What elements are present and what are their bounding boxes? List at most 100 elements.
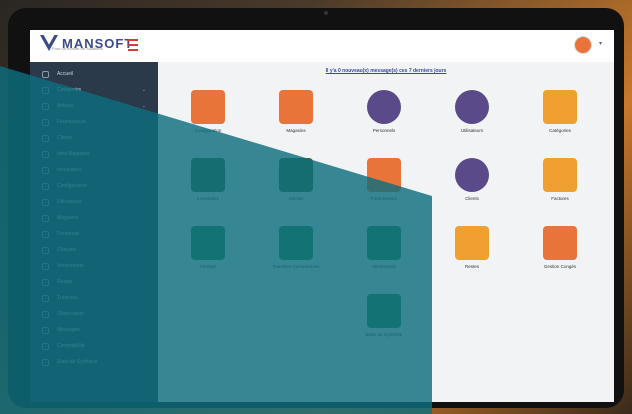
invoice-icon <box>543 158 577 192</box>
tile-versements[interactable]: Versements <box>344 226 424 286</box>
avatar[interactable] <box>574 36 592 54</box>
tile-label: Charges <box>199 264 217 269</box>
tile-tranches-commissions[interactable]: Tranches Commissions <box>256 226 336 286</box>
chevron-down-icon: ⌄ <box>141 103 146 109</box>
chevron-down-icon[interactable]: ▾ <box>599 40 602 47</box>
sidebar-item-accueil[interactable]: Accueil <box>30 66 158 82</box>
tile-personnels[interactable]: Personnels <box>344 90 424 150</box>
tile-label: Factures <box>551 196 569 201</box>
swap-icon <box>42 150 49 158</box>
chevron-down-icon: ⌄ <box>141 311 146 317</box>
tile-factures[interactable]: Factures <box>520 158 600 218</box>
tile-categories[interactable]: Catégories <box>520 90 600 150</box>
sidebar: Accueil Categories ⌄ Articles ⌄ Fournisseu… <box>30 62 158 402</box>
tile-label: Clients <box>465 196 479 201</box>
delivery-truck-icon <box>367 158 401 192</box>
tile-configuration[interactable]: Configuration <box>168 90 248 150</box>
tile-label: Personnels <box>372 128 396 133</box>
store-icon <box>42 214 49 222</box>
tile-magasins[interactable]: Magasins <box>256 90 336 150</box>
wallet-icon <box>191 226 225 260</box>
sidebar-item-label: Clients <box>57 135 73 141</box>
chevron-down-icon: ⌄ <box>141 295 146 301</box>
sidebar-item-restes[interactable]: Restes ⌄ <box>30 274 158 290</box>
sidebar-item-tranches[interactable]: Tranches ⌄ <box>30 290 158 306</box>
tile-clients[interactable]: Clients <box>432 158 512 218</box>
camera-dot <box>324 11 328 15</box>
sidebar-item-label: Configuration <box>57 183 87 189</box>
tile-fournisseurs[interactable]: Fournisseurs <box>344 158 424 218</box>
tile-articles[interactable]: Articles <box>256 158 336 218</box>
tile-etats-de-synthese[interactable]: Etats de Synthèse <box>344 294 424 354</box>
categories-icon <box>543 90 577 124</box>
tile-gestion-conges[interactable]: Gestion Congés <box>520 226 600 286</box>
sidebar-item-label: Intra Magasins <box>57 151 90 157</box>
sidebar-item-fournisseurs[interactable]: Fournisseurs ⌄ <box>30 114 158 130</box>
sidebar-item-label: Personnel <box>57 231 80 237</box>
chevron-down-icon: ⌄ <box>141 87 146 93</box>
tile-label: Restes <box>464 264 479 269</box>
tile-label: Inventaires <box>196 196 219 201</box>
sidebar-item-articles[interactable]: Articles ⌄ <box>30 98 158 114</box>
chevron-down-icon: ⌄ <box>141 279 146 285</box>
bar-chart-icon <box>367 294 401 328</box>
tile-label: Fournisseurs <box>370 196 397 201</box>
clipboard-icon <box>42 166 49 174</box>
chevron-down-icon: ⌄ <box>141 183 146 189</box>
chevron-down-icon: ⌄ <box>141 231 146 237</box>
new-messages-link[interactable]: Il y'a 0 nouveau(x) message(s) ces 7 der… <box>158 68 614 74</box>
chevron-down-icon: ⌄ <box>141 151 146 157</box>
money-icon <box>42 262 49 270</box>
sidebar-item-label: Inventaires <box>57 167 82 173</box>
sidebar-item-observation[interactable]: Observation ⌄ <box>30 306 158 322</box>
clock-icon <box>42 294 49 302</box>
settings-monitor-icon <box>191 90 225 124</box>
tile-label: Tranches Commissions <box>272 264 320 269</box>
tile-label: Etats de Synthèse <box>365 332 403 337</box>
sidebar-item-label: Observation <box>57 311 84 317</box>
sidebar-item-label: Fournisseurs <box>57 119 86 125</box>
sidebar-item-etats-de-synthese[interactable]: Etats de Synthèse ⌄ <box>30 354 158 370</box>
chevron-down-icon: ⌄ <box>141 263 146 269</box>
sidebar-item-configuration[interactable]: Configuration ⌄ <box>30 178 158 194</box>
cash-transfer-icon <box>367 226 401 260</box>
calendar-icon <box>543 226 577 260</box>
tile-label: Articles <box>288 196 304 201</box>
menu-toggle-icon[interactable] <box>128 39 138 51</box>
chevron-down-icon: ⌄ <box>141 199 146 205</box>
tile-restes[interactable]: Restes <box>432 226 512 286</box>
sidebar-item-magasins[interactable]: Magasins ⌄ <box>30 210 158 226</box>
sidebar-item-personnel[interactable]: Personnel ⌄ <box>30 226 158 242</box>
commission-icon <box>279 226 313 260</box>
users-icon <box>455 90 489 124</box>
tile-label: Versements <box>372 264 396 269</box>
chevron-down-icon: ⌄ <box>141 247 146 253</box>
sidebar-item-categories[interactable]: Categories ⌄ <box>30 82 158 98</box>
sidebar-item-clients[interactable]: Clients ⌄ <box>30 130 158 146</box>
users-icon <box>42 198 49 206</box>
sidebar-item-charges[interactable]: Charges ⌄ <box>30 242 158 258</box>
sidebar-item-label: Restes <box>57 279 73 285</box>
sidebar-item-comptabilite[interactable]: Comptabilité ⌄ <box>30 338 158 354</box>
id-icon <box>42 230 49 238</box>
tile-utilisateurs[interactable]: Utilisateurs <box>432 90 512 150</box>
coins-icon <box>455 226 489 260</box>
sidebar-item-utilisateurs[interactable]: Utilisateurs ⌄ <box>30 194 158 210</box>
sidebar-item-label: Articles <box>57 103 74 109</box>
tile-inventaires[interactable]: Inventaires <box>168 158 248 218</box>
staff-icon <box>367 90 401 124</box>
tile-label: Catégories <box>549 128 571 133</box>
sidebar-item-label: Etats de Synthèse <box>57 359 98 365</box>
sidebar-item-inventaires[interactable]: Inventaires ⌄ <box>30 162 158 178</box>
sidebar-item-label: Messages <box>57 327 80 333</box>
top-bar: MANSOFT Pour un monde de Solutions ▾ <box>30 30 614 63</box>
tile-charges[interactable]: Charges <box>168 226 248 286</box>
search-icon <box>42 310 49 318</box>
dashboard-main: Il y'a 0 nouveau(x) message(s) ces 7 der… <box>158 62 614 402</box>
user-icon <box>42 134 49 142</box>
sidebar-item-messages[interactable]: Messages ⌄ <box>30 322 158 338</box>
chart-icon <box>42 358 49 366</box>
sidebar-item-intra-magasins[interactable]: Intra Magasins ⌄ <box>30 146 158 162</box>
store-icon <box>279 90 313 124</box>
sidebar-item-versements[interactable]: Versements ⌄ <box>30 258 158 274</box>
